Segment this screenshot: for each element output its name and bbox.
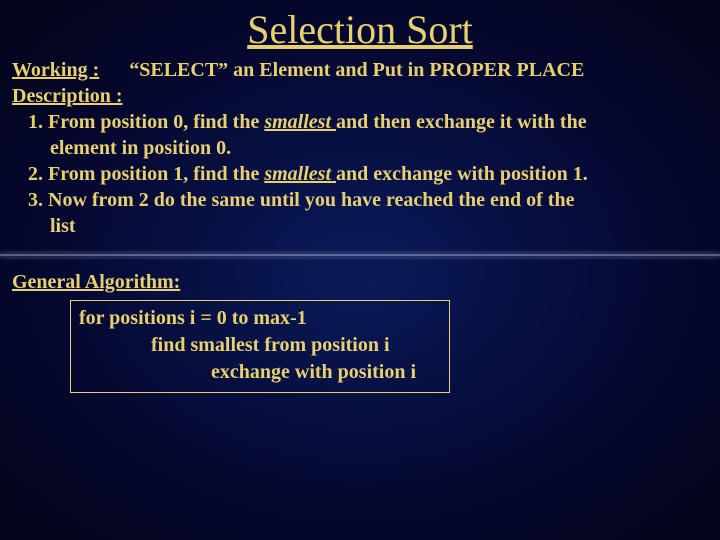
desc-1-prefix: 1. From position 0, find the bbox=[28, 111, 264, 133]
general-label: General Algorithm: bbox=[12, 269, 708, 296]
working-line: Working : “SELECT” an Element and Put in… bbox=[12, 57, 708, 83]
description-item-1: 1. From position 0, find the smallest an… bbox=[12, 109, 708, 135]
general-block: General Algorithm: for positions i = 0 t… bbox=[0, 269, 720, 393]
working-label: Working : bbox=[12, 59, 99, 81]
desc-1-em: smallest bbox=[264, 111, 336, 133]
description-item-3: 3. Now from 2 do the same until you have… bbox=[12, 187, 708, 213]
desc-2-mid: and exchange with position 1. bbox=[336, 163, 588, 185]
working-text: “SELECT” an Element and Put in PROPER PL… bbox=[129, 59, 584, 81]
desc-3-prefix: 3. Now from 2 do the same until you have… bbox=[28, 189, 574, 211]
desc-2-em: smallest bbox=[264, 163, 336, 185]
desc-2-prefix: 2. From position 1, find the bbox=[28, 163, 264, 185]
desc-1-mid: and then exchange it with the bbox=[336, 111, 587, 133]
description-item-2: 2. From position 1, find the smallest an… bbox=[12, 161, 708, 187]
description-label-line: Description : bbox=[12, 83, 708, 109]
desc-3-cont: list bbox=[12, 213, 708, 239]
slide-title: Selection Sort bbox=[0, 0, 720, 57]
desc-1-cont: element in position 0. bbox=[12, 135, 708, 161]
algo-line-2: find smallest from position i bbox=[79, 332, 441, 359]
algo-line-3: exchange with position i bbox=[79, 359, 441, 386]
content-block: Working : “SELECT” an Element and Put in… bbox=[0, 57, 720, 239]
divider-line bbox=[0, 253, 720, 257]
description-label: Description : bbox=[12, 85, 123, 107]
algo-line-1: for positions i = 0 to max-1 bbox=[79, 305, 441, 332]
algorithm-box: for positions i = 0 to max-1 find smalle… bbox=[70, 300, 450, 393]
